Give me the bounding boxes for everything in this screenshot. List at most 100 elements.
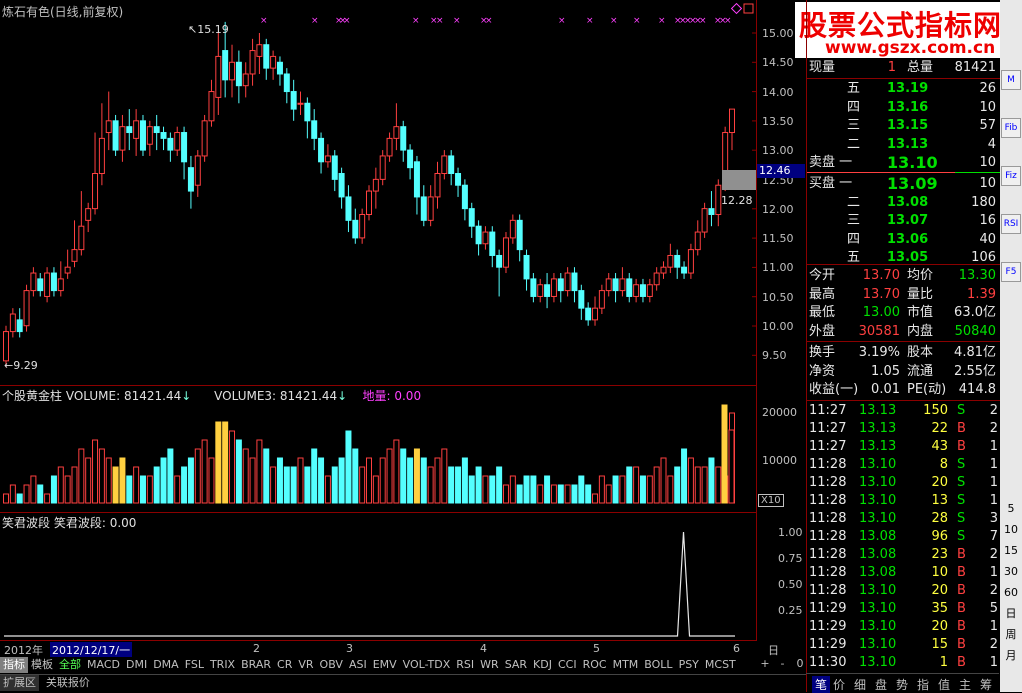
tab-roc[interactable]: ROC [580,657,610,673]
toolbar-button-9[interactable]: 60 [1001,584,1021,604]
tab-asi[interactable]: ASI [346,657,370,673]
quote-text: 96 [931,529,948,544]
tab-mcst[interactable]: MCST [702,657,739,673]
volume-chart[interactable] [0,385,757,512]
volume-bar [571,484,578,504]
volume-bar [728,429,735,504]
tab-全部[interactable]: 全部 [56,657,84,673]
volume-bar [434,457,441,504]
tab-vol-tdx[interactable]: VOL-TDX [400,657,454,673]
quote-text: 15 [931,637,948,652]
tab-cci[interactable]: CCI [555,657,580,673]
candle-body [16,319,23,333]
candle-body [393,126,400,139]
wave-chart[interactable] [0,512,757,640]
signal-marker: × [633,16,641,26]
volume-bar [489,475,496,504]
tab-boll[interactable]: BOLL [641,657,675,673]
volume-bar [674,466,681,504]
zoom-out-button[interactable]: - [776,657,790,670]
quote-tab[interactable]: 势 [896,676,908,693]
quote-text: 流通 [907,363,934,379]
tab-wr[interactable]: WR [477,657,502,673]
volume-bar [694,466,701,504]
price-axis-label: 14.50 [762,56,794,70]
tab-mtm[interactable]: MTM [610,657,642,673]
current-price-tag: 12.46 [757,164,805,178]
toolbar-button-0[interactable]: M [1001,70,1021,90]
toolbar-button-12[interactable]: 月 [1001,647,1021,667]
volume-bar [208,457,215,504]
quote-text: 13 [931,493,948,508]
volume-bar [249,457,256,504]
toolbar-button-5[interactable]: 5 [1001,500,1021,520]
toolbar-button-3[interactable]: RSI [1001,214,1021,234]
toolbar-button-10[interactable]: 日 [1001,605,1021,625]
volume-bar [612,475,619,504]
quote-tab[interactable]: 指 [917,676,929,693]
volume-bar [509,475,516,504]
tab-emv[interactable]: EMV [370,657,400,673]
quote-text: 13.70 [862,268,900,283]
quote-tab[interactable]: 筹 [980,676,992,693]
quote-tab[interactable]: 价 [833,676,845,693]
toolbar-button-8[interactable]: 30 [1001,563,1021,583]
tab-related-quote[interactable]: 关联报价 [43,675,93,691]
quote-text: 外盘 [809,323,836,339]
volume-bar [605,484,612,504]
tab-extension[interactable]: 扩展区 [0,675,39,691]
candle-body [674,254,681,268]
quote-text: B [957,583,966,598]
quote-tab[interactable]: 笔 [812,676,831,693]
tab-kdj[interactable]: KDJ [530,657,555,673]
quote-tab[interactable]: 值 [938,676,950,693]
tab-vr[interactable]: VR [295,657,316,673]
signal-marker: × [699,16,707,26]
tab-指标[interactable]: 指标 [0,657,28,673]
candle-body [201,120,208,157]
quote-text: 16 [979,213,996,228]
toolbar-button-6[interactable]: 10 [1001,521,1021,541]
tab-trix[interactable]: TRIX [207,657,238,673]
volume-bar [235,439,242,504]
tab-dmi[interactable]: DMI [123,657,150,673]
quote-text: 11:27 [809,403,847,418]
quote-text: 1 [989,493,998,508]
tab-rsi[interactable]: RSI [453,657,477,673]
quote-tab[interactable]: 细 [854,676,866,693]
candle-body [523,254,530,280]
zoom-reset-button[interactable]: 0 [793,657,807,670]
tab-psy[interactable]: PSY [676,657,702,673]
toolbar-button-2[interactable]: Fiz [1001,166,1021,186]
tab-obv[interactable]: OBV [317,657,346,673]
tab-sar[interactable]: SAR [502,657,530,673]
quote-text: 23 [931,547,948,562]
quote-tab[interactable]: 主 [959,676,971,693]
quote-text: 43 [931,439,948,454]
tab-brar[interactable]: BRAR [238,657,274,673]
tab-macd[interactable]: MACD [84,657,123,673]
tab-模板[interactable]: 模板 [28,657,56,673]
separator [807,264,1000,265]
signal-marker: × [453,16,461,26]
quote-text: 股本 [907,345,934,360]
volume-bar [64,475,71,504]
tab-dma[interactable]: DMA [150,657,182,673]
zoom-in-button[interactable]: + [758,657,772,670]
toolbar-button-7[interactable]: 15 [1001,542,1021,562]
tab-cr[interactable]: CR [274,657,295,673]
candle-body [681,266,688,274]
toolbar-button-1[interactable]: Fib [1001,118,1021,138]
chart-area[interactable]: 炼石有色(日线,前复权) × × × × × × × × × × × × × × × × × × × × × × × × × ↖1… [0,0,757,640]
volume-bar [30,475,37,504]
toolbar-button-4[interactable]: F5 [1001,262,1021,282]
candle-body [311,120,318,139]
tab-fsl[interactable]: FSL [182,657,207,673]
low-price-label: ←9.29 [4,359,38,372]
quote-text: 11:28 [809,565,847,580]
candle-body [585,307,592,321]
toolbar-button-11[interactable]: 周 [1001,626,1021,646]
quote-tab[interactable]: 盘 [875,676,887,693]
candlestick-chart[interactable]: × × ××× × ×× × ×× × × × × × ×××××× ×××↖15.19←9.29 [0,0,757,385]
candle-body [544,284,551,297]
